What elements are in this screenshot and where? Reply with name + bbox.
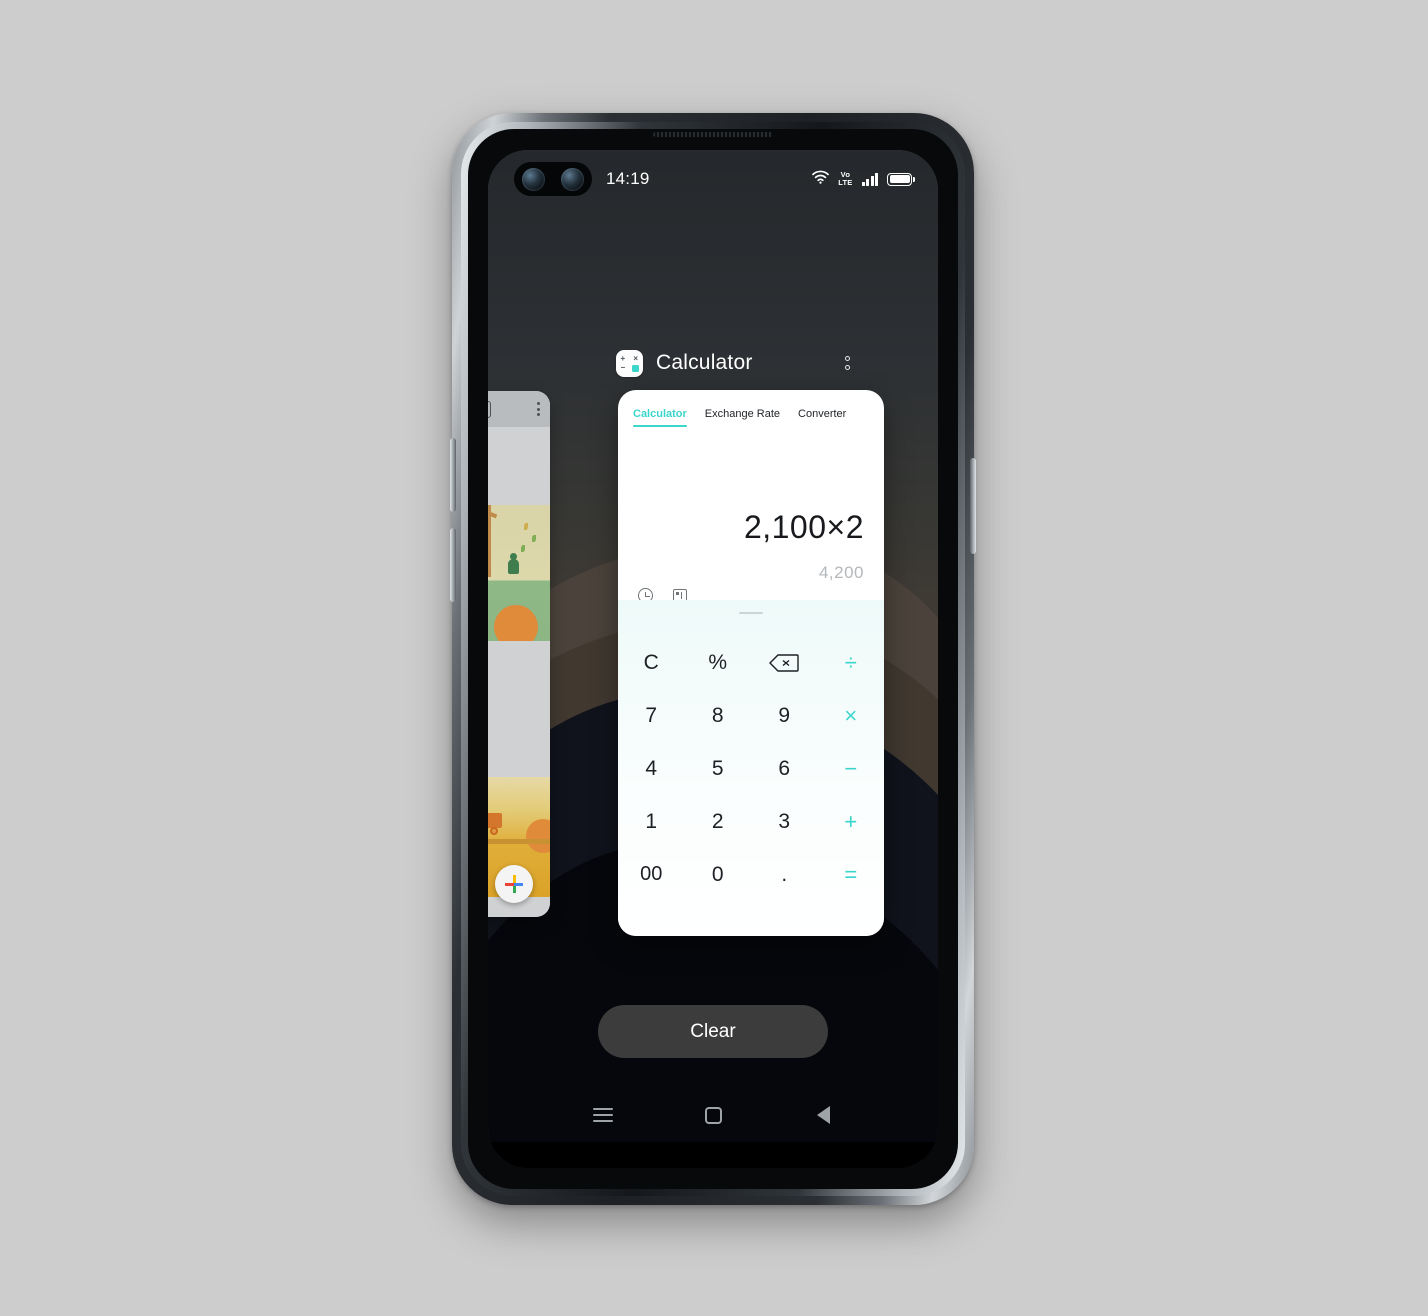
key-decimal-point[interactable]: . bbox=[751, 848, 818, 901]
tab-calculator[interactable]: Calculator bbox=[633, 408, 687, 427]
back-icon[interactable] bbox=[800, 1092, 846, 1138]
phone-bezel: + × − Calculator Calculator Exchange Rat… bbox=[468, 129, 958, 1189]
calendar-illustration-autumn bbox=[488, 505, 550, 641]
key-9[interactable]: 9 bbox=[751, 689, 818, 742]
navigation-bar-underfill bbox=[488, 1142, 938, 1168]
earpiece-speaker bbox=[653, 132, 773, 137]
calendar-icon bbox=[488, 400, 491, 418]
calendar-task-preview bbox=[488, 427, 550, 917]
calculator-app-icon: + × − bbox=[616, 349, 643, 377]
overflow-menu-icon[interactable] bbox=[839, 350, 856, 376]
key-add[interactable]: + bbox=[818, 795, 885, 848]
key-8[interactable]: 8 bbox=[685, 689, 752, 742]
calculator-tab-bar: Calculator Exchange Rate Converter bbox=[618, 390, 884, 427]
tab-converter[interactable]: Converter bbox=[798, 408, 846, 427]
calculator-task-title: Calculator bbox=[656, 351, 753, 374]
power-button[interactable] bbox=[970, 458, 976, 554]
calculator-display: 2,100×2 4,200 bbox=[618, 427, 884, 619]
battery-full-icon bbox=[887, 172, 915, 186]
key-7[interactable]: 7 bbox=[618, 689, 685, 742]
key-backspace[interactable] bbox=[751, 636, 818, 689]
wifi-icon bbox=[812, 170, 830, 189]
key-1[interactable]: 1 bbox=[618, 795, 685, 848]
keypad-grid: C % ÷ 7 8 9 × 4 5 6 − 1 2 3 + 00 0 . = bbox=[618, 636, 884, 901]
phone-device-frame: + × − Calculator Calculator Exchange Rat… bbox=[450, 113, 976, 1205]
key-percent[interactable]: % bbox=[685, 636, 752, 689]
key-5[interactable]: 5 bbox=[685, 742, 752, 795]
calendar-task-header bbox=[488, 391, 550, 427]
key-equals[interactable]: = bbox=[818, 848, 885, 901]
overflow-menu-icon[interactable] bbox=[537, 402, 540, 416]
home-icon[interactable] bbox=[690, 1092, 736, 1138]
tab-exchange-rate[interactable]: Exchange Rate bbox=[705, 408, 780, 427]
drag-handle[interactable] bbox=[739, 612, 763, 614]
recent-task-card-calculator[interactable]: Calculator Exchange Rate Converter 2,100… bbox=[618, 390, 884, 936]
expression-text: 2,100×2 bbox=[743, 509, 864, 545]
key-6[interactable]: 6 bbox=[751, 742, 818, 795]
calculator-task-header: + × − Calculator bbox=[616, 342, 856, 384]
add-event-plus-icon[interactable] bbox=[495, 865, 533, 903]
volume-up-button[interactable] bbox=[450, 438, 456, 512]
key-4[interactable]: 4 bbox=[618, 742, 685, 795]
icon-glyph-multiply: × bbox=[633, 353, 638, 363]
key-divide[interactable]: ÷ bbox=[818, 636, 885, 689]
recents-icon[interactable] bbox=[580, 1092, 626, 1138]
result-text: 4,200 bbox=[818, 563, 864, 582]
icon-glyph-minus: − bbox=[620, 362, 626, 372]
key-double-zero[interactable]: 00 bbox=[618, 848, 685, 901]
volte-icon: Vo LTE bbox=[838, 170, 853, 187]
clear-all-button[interactable]: Clear bbox=[598, 1005, 828, 1058]
cellular-signal-icon bbox=[861, 172, 878, 186]
navigation-bar bbox=[488, 1086, 938, 1144]
icon-glyph-equals bbox=[632, 365, 639, 372]
key-3[interactable]: 3 bbox=[751, 795, 818, 848]
dual-front-camera-cutout bbox=[514, 162, 592, 196]
key-subtract[interactable]: − bbox=[818, 742, 885, 795]
backspace-icon bbox=[769, 653, 799, 672]
calculator-keypad: C % ÷ 7 8 9 × 4 5 6 − 1 2 3 + 00 0 . = bbox=[618, 600, 884, 936]
key-0[interactable]: 0 bbox=[685, 848, 752, 901]
phone-screen: + × − Calculator Calculator Exchange Rat… bbox=[488, 150, 938, 1168]
status-bar: 14:19 Vo LTE bbox=[488, 150, 938, 208]
recent-apps-overview: + × − Calculator Calculator Exchange Rat… bbox=[488, 150, 938, 1168]
volume-down-button[interactable] bbox=[450, 528, 456, 602]
icon-glyph-plus: + bbox=[620, 353, 626, 363]
key-clear[interactable]: C bbox=[618, 636, 685, 689]
status-bar-clock: 14:19 bbox=[606, 169, 650, 188]
key-2[interactable]: 2 bbox=[685, 795, 752, 848]
key-multiply[interactable]: × bbox=[818, 689, 885, 742]
recent-task-card-calendar[interactable] bbox=[488, 391, 550, 917]
screenshot-stage: + × − Calculator Calculator Exchange Rat… bbox=[0, 0, 1428, 1316]
